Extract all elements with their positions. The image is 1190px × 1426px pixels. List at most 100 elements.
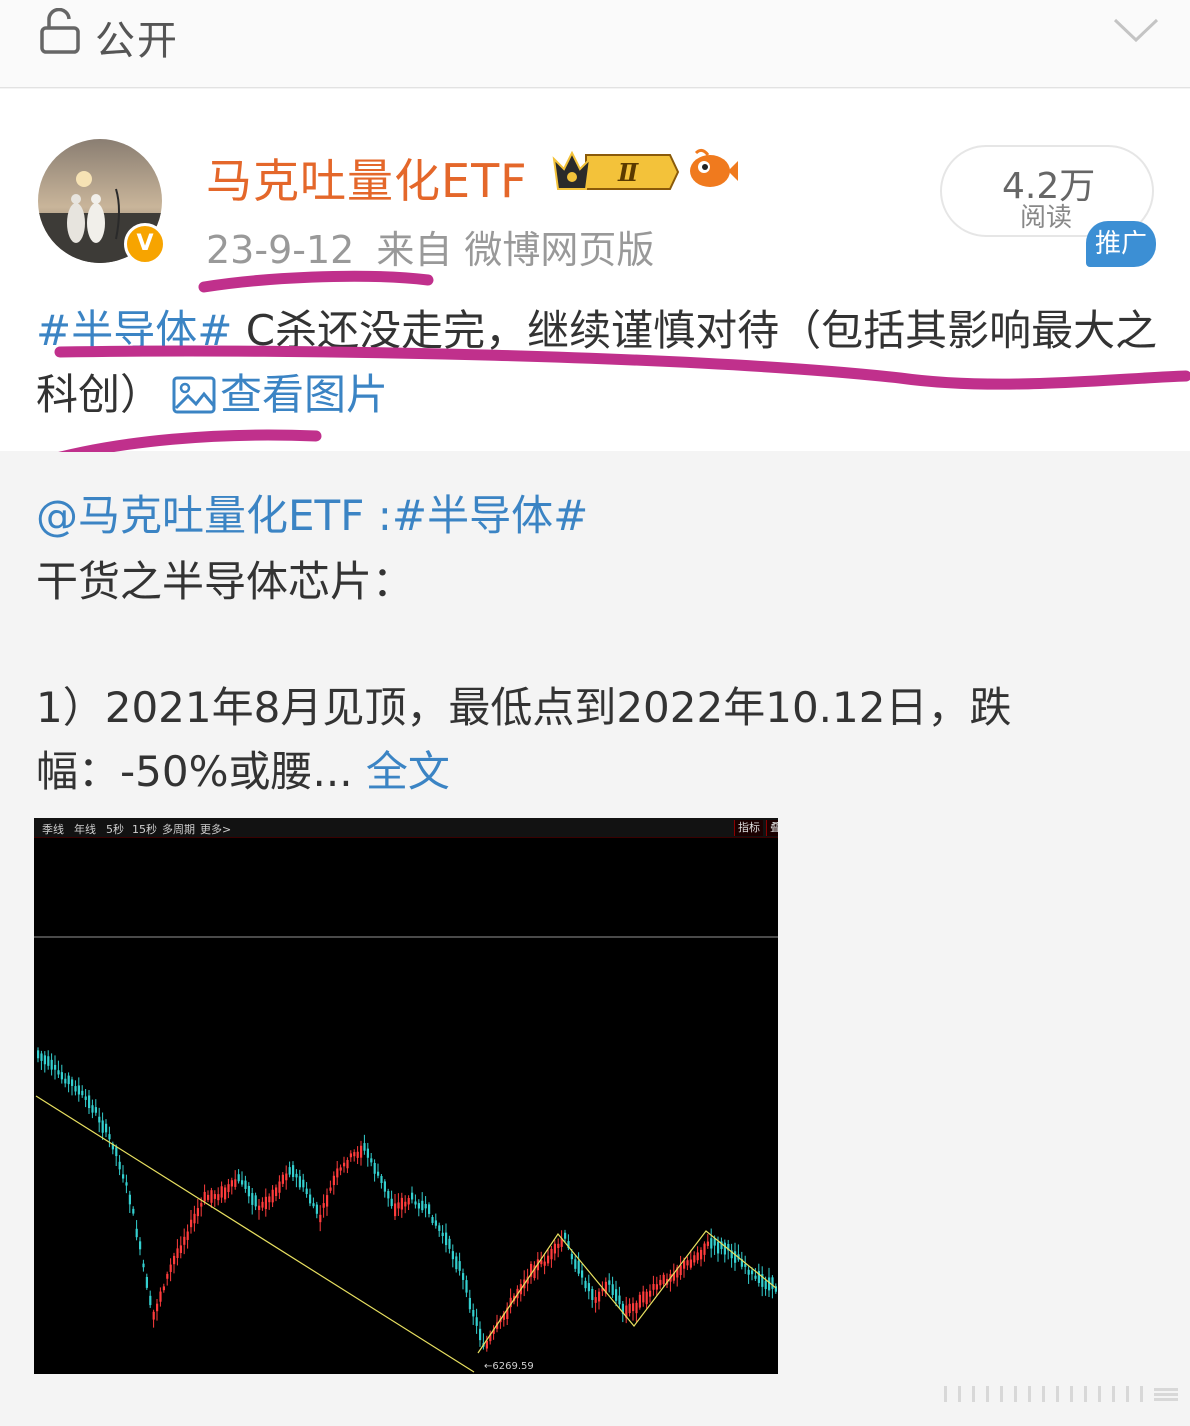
candle-body: [700, 1249, 703, 1260]
candle-body: [360, 1145, 363, 1158]
candle-body: [207, 1194, 210, 1200]
candle-body: [370, 1158, 373, 1163]
candle-body: [574, 1259, 577, 1269]
candle-body: [251, 1193, 254, 1205]
candle-body: [91, 1105, 94, 1113]
candle-body: [105, 1123, 108, 1133]
candle-body: [462, 1273, 465, 1280]
candle-body: [717, 1241, 720, 1254]
candle-body: [326, 1195, 329, 1207]
post-hashtag[interactable]: #半导体#: [36, 306, 232, 355]
candle-body: [434, 1220, 437, 1226]
candle-body: [465, 1280, 468, 1293]
candle-body: [305, 1188, 308, 1195]
candlestick-chart-image[interactable]: 季线 年线 5秒 15秒 多周期 更多> 指标 叠 ←6269.59: [34, 818, 778, 1374]
crown-badge-icon[interactable]: Ⅱ: [550, 147, 680, 197]
candle-body: [404, 1201, 407, 1207]
candle-body: [428, 1204, 431, 1214]
candle-body: [271, 1189, 274, 1203]
candle-body: [254, 1195, 257, 1207]
candle-body: [693, 1255, 696, 1263]
candle-body: [230, 1180, 233, 1187]
candle-body: [261, 1201, 264, 1208]
read-label: 阅读: [1020, 203, 1073, 233]
candle-body: [203, 1191, 206, 1202]
candle-body: [295, 1173, 298, 1178]
candle-body: [128, 1194, 131, 1205]
scroll-indicator: [944, 1386, 1178, 1402]
candle-body: [366, 1148, 369, 1158]
candle-body: [64, 1078, 67, 1084]
candle-body: [591, 1289, 594, 1300]
candle-body: [564, 1232, 567, 1239]
candle-body: [353, 1152, 356, 1157]
candle-body: [703, 1243, 706, 1255]
candle-body: [329, 1187, 332, 1191]
candle-body: [346, 1159, 349, 1169]
candle-body: [662, 1274, 665, 1285]
verified-badge: V: [124, 223, 166, 265]
repost-mention[interactable]: @马克吐量化ETF: [36, 491, 364, 540]
candle-body: [710, 1238, 713, 1249]
candle-body: [377, 1171, 380, 1176]
fish-icon[interactable]: [686, 147, 738, 193]
candle-body: [213, 1194, 216, 1199]
candle-body: [173, 1255, 176, 1265]
candle-body: [686, 1260, 689, 1266]
candle-body: [115, 1147, 118, 1157]
promo-badge[interactable]: 推广: [1086, 221, 1156, 267]
candle-body: [635, 1302, 638, 1314]
candle-body: [598, 1291, 601, 1302]
candle-body: [43, 1055, 46, 1065]
candle-body: [108, 1134, 111, 1140]
repost-separator: :: [364, 491, 392, 540]
candle-body: [390, 1198, 393, 1207]
candle-body: [468, 1297, 471, 1310]
candle-body: [628, 1303, 631, 1314]
repost-hashtag[interactable]: #半导体#: [392, 491, 588, 540]
repost-line-3-text: 幅：-50%或腰...: [36, 747, 366, 796]
repost-header: @马克吐量化ETF :#半导体#: [36, 482, 588, 543]
post-date[interactable]: 23-9-12: [206, 228, 354, 272]
candle-body: [176, 1248, 179, 1259]
candle-body: [288, 1167, 291, 1175]
view-images-link[interactable]: 查看图片: [220, 370, 388, 419]
candle-body: [577, 1260, 580, 1274]
candle-body: [74, 1086, 77, 1092]
candle-body: [339, 1167, 342, 1171]
candle-body: [309, 1194, 312, 1204]
candle-body: [50, 1059, 53, 1070]
candle-body: [550, 1248, 553, 1260]
candle-body: [139, 1241, 142, 1250]
candle-body: [547, 1255, 550, 1264]
candle-body: [734, 1251, 737, 1263]
candle-body: [186, 1231, 189, 1240]
candle-body: [343, 1162, 346, 1167]
candle-body: [356, 1151, 359, 1158]
candle-body: [40, 1053, 43, 1061]
candle-body: [421, 1200, 424, 1211]
candle-body: [57, 1070, 60, 1075]
picture-icon[interactable]: [172, 376, 216, 414]
candle-body: [275, 1187, 278, 1197]
candle-body: [84, 1096, 87, 1100]
candle-body: [88, 1095, 91, 1109]
candle-body: [118, 1161, 121, 1170]
candle-body: [77, 1085, 80, 1095]
full-text-link[interactable]: 全文: [366, 747, 450, 796]
candle-body: [244, 1180, 247, 1189]
post-meta: 23-9-12 来自 微博网页版: [206, 219, 654, 274]
privacy-label: 公开: [95, 18, 179, 64]
visibility-bar[interactable]: 公开: [0, 0, 1190, 88]
candle-body: [679, 1265, 682, 1276]
chart-canvas: ←6269.59: [34, 936, 778, 1373]
candle-body: [159, 1291, 162, 1302]
candle-body: [414, 1201, 417, 1205]
candle-body: [557, 1243, 560, 1249]
candle-body: [278, 1181, 281, 1193]
chevron-down-icon[interactable]: [1112, 14, 1160, 46]
repost-line-3: 幅：-50%或腰... 全文: [36, 738, 450, 799]
username[interactable]: 马克吐量化ETF: [206, 145, 528, 211]
candle-body: [312, 1203, 315, 1207]
candle-body: [196, 1208, 199, 1217]
